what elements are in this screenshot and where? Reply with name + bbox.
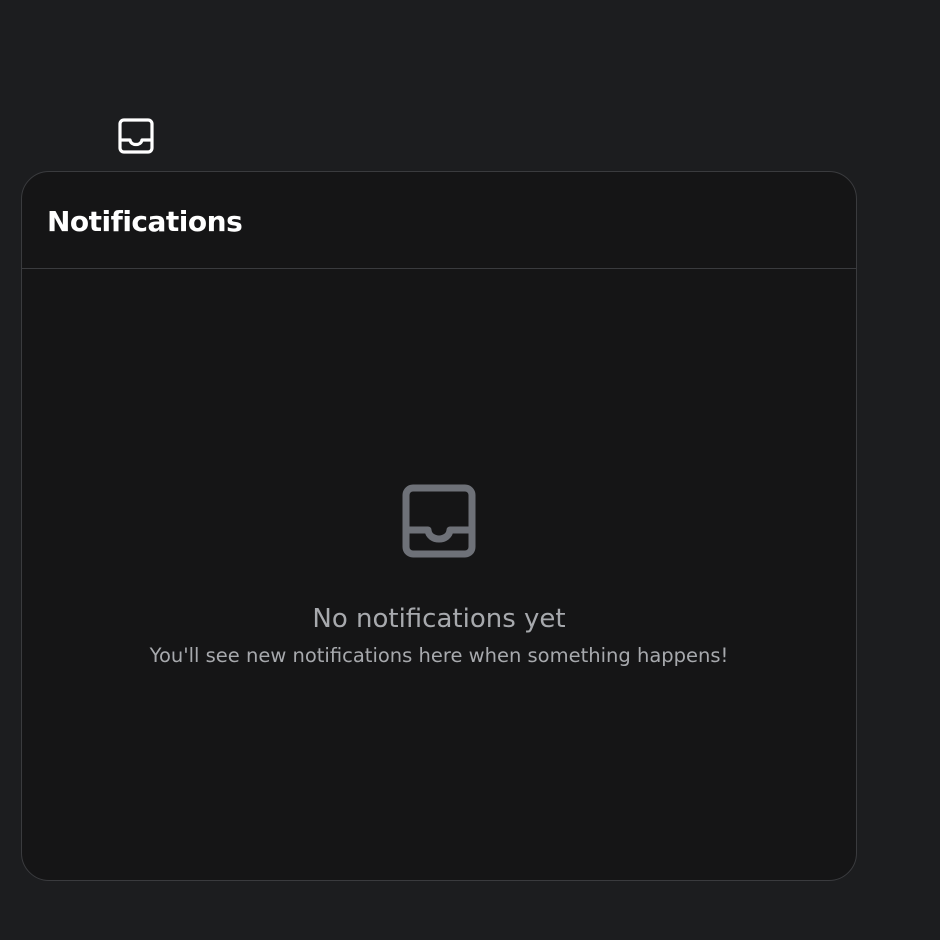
panel-header: Notifications [22,172,856,269]
inbox-icon [402,484,476,558]
empty-state-subtitle: You'll see new notifications here when s… [149,644,729,667]
empty-state: No notifications yet You'll see new noti… [22,484,856,670]
empty-state-title: No notifications yet [312,604,566,634]
panel-title: Notifications [47,204,243,238]
inbox-icon [118,118,154,154]
notifications-trigger-button[interactable] [117,117,155,155]
notifications-panel: Notifications No notifications yet You'l… [21,171,857,881]
